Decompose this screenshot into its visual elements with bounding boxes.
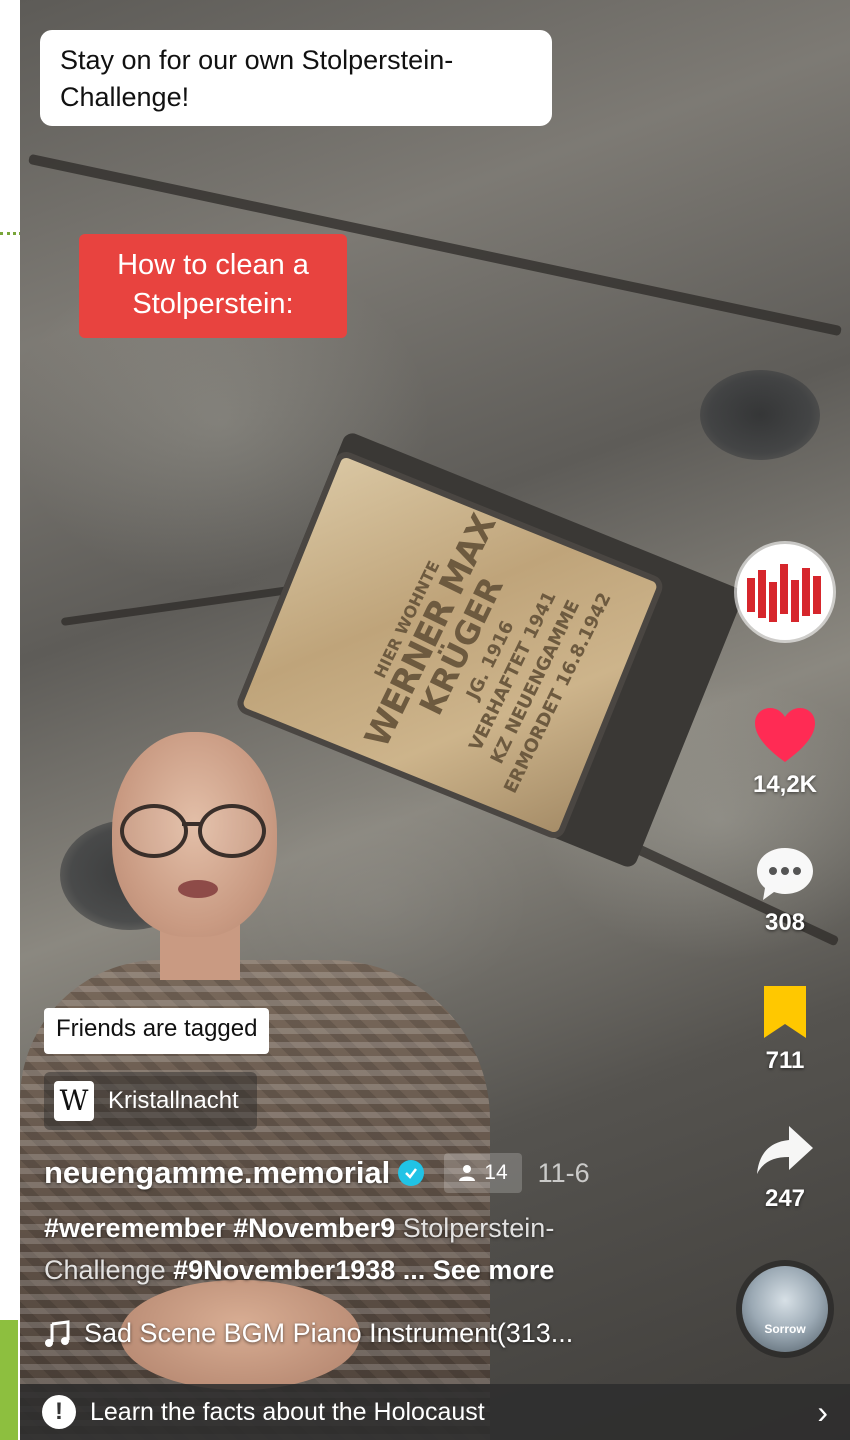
wikipedia-link-label: Kristallnacht: [108, 1087, 239, 1114]
heart-icon: [755, 708, 815, 762]
presenter-mouth: [178, 880, 218, 898]
music-row[interactable]: Sad Scene BGM Piano Instrument(313...: [44, 1318, 573, 1349]
sound-disc-label: Sorrow: [764, 1322, 806, 1336]
friends-count-badge[interactable]: 14: [444, 1153, 522, 1193]
caption-stolperstein-challenge: Stay on for our own Stolperstein-Challen…: [40, 30, 552, 126]
comment-count: 308: [764, 909, 806, 936]
left-margin: [0, 0, 20, 1440]
wikipedia-link[interactable]: W Kristallnacht: [44, 1072, 257, 1130]
verified-icon: [398, 1160, 425, 1186]
description-text: Stolperstein-: [402, 1213, 555, 1243]
account-avatar-button[interactable]: [737, 544, 833, 640]
author-username[interactable]: neuengamme.memorial: [44, 1155, 390, 1191]
facts-banner-text: Learn the facts about the Holocaust: [90, 1397, 485, 1426]
post-date: 11-6: [537, 1157, 590, 1188]
music-title: Sad Scene BGM Piano Instrument(313...: [84, 1318, 574, 1348]
hashtag-link[interactable]: #weremember: [44, 1213, 226, 1243]
bookmark-icon: [764, 986, 806, 1038]
friends-count: 14: [484, 1161, 508, 1184]
chevron-right-icon: ›: [817, 1393, 828, 1430]
decorative-dotted-line: [0, 232, 22, 235]
person-icon: [459, 1165, 476, 1181]
presenter-glasses: [120, 804, 270, 858]
music-note-icon: [45, 1319, 70, 1347]
hashtag-link[interactable]: #November9: [233, 1213, 395, 1243]
see-more-link[interactable]: ... See more: [403, 1255, 555, 1285]
author-row: neuengamme.memorial 14 11-6: [44, 1150, 744, 1196]
friends-tagged-label[interactable]: Friends are tagged: [44, 1008, 270, 1054]
memorial-logo-icon: [747, 564, 821, 622]
hashtag-link[interactable]: #9November1938: [173, 1255, 395, 1285]
post-description: #weremember #November9 Stolperstein- Cha…: [44, 1208, 744, 1292]
comment-icon: [757, 848, 813, 900]
favorite-button[interactable]: 711: [730, 984, 840, 1075]
sound-disc-button[interactable]: Sorrow: [742, 1266, 828, 1352]
wikipedia-icon: W: [54, 1081, 94, 1121]
info-icon: !: [42, 1395, 76, 1429]
share-button[interactable]: 247: [730, 1122, 840, 1213]
share-icon: [757, 1126, 813, 1174]
caption-how-to-clean: How to clean a Stolperstein:: [79, 234, 347, 338]
holocaust-facts-banner[interactable]: ! Learn the facts about the Holocaust ›: [20, 1384, 850, 1440]
post-meta: neuengamme.memorial 14 11-6 #weremember …: [44, 1150, 744, 1292]
share-count: 247: [764, 1185, 806, 1212]
comment-button[interactable]: 308: [730, 846, 840, 937]
app-frame: HIER WOHNTE WERNER MAX KRÜGER JG. 1916 V…: [0, 0, 850, 1440]
like-count: 14,2K: [752, 771, 818, 798]
description-text: Challenge: [44, 1254, 166, 1285]
favorite-count: 711: [765, 1047, 805, 1074]
like-button[interactable]: 14,2K: [730, 706, 840, 799]
decorative-green-block: [0, 1320, 18, 1440]
